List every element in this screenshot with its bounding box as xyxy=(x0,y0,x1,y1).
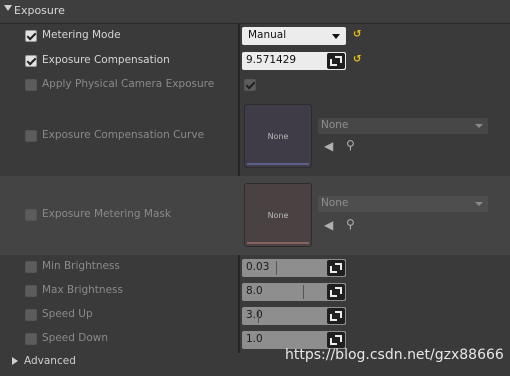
drag-spin-icon[interactable] xyxy=(327,53,345,69)
drag-spin-icon[interactable] xyxy=(327,260,345,276)
speed-down-value: 1.0 xyxy=(246,333,263,345)
min-brightness-value: 0.03 xyxy=(246,261,270,273)
apply-physical-label: Apply Physical Camera Exposure xyxy=(42,78,215,90)
drag-spin-icon[interactable] xyxy=(327,284,345,300)
thumbnail-color-bar xyxy=(247,163,309,165)
chevron-down-icon xyxy=(475,124,483,128)
min-brightness-row: Min Brightness 0.03 xyxy=(0,256,510,280)
use-selected-arrow-icon[interactable]: ◀ xyxy=(324,218,333,232)
metering-mask-label: Exposure Metering Mask xyxy=(42,208,171,220)
expand-arrow-icon[interactable] xyxy=(4,5,12,11)
max-brightness-checkbox[interactable] xyxy=(25,285,37,297)
metering-mode-row: Metering Mode Manual ↺ xyxy=(0,24,510,48)
metering-mask-asset-picker[interactable]: None xyxy=(318,196,488,212)
slider-tick xyxy=(258,309,259,323)
max-brightness-value: 8.0 xyxy=(246,285,263,297)
drag-spin-icon[interactable] xyxy=(327,332,345,348)
apply-physical-value-checkbox[interactable] xyxy=(244,79,256,91)
metering-mask-row: Exposure Metering Mask None None ◀ ⚲ xyxy=(0,176,510,255)
section-title: Exposure xyxy=(14,4,65,17)
apply-physical-override-checkbox[interactable] xyxy=(25,79,37,91)
section-header-exposure[interactable]: Exposure xyxy=(0,0,510,24)
max-brightness-row: Max Brightness 8.0 xyxy=(0,280,510,304)
browse-search-icon[interactable]: ⚲ xyxy=(346,217,355,231)
reset-to-default-icon[interactable]: ↺ xyxy=(353,54,361,65)
metering-mode-checkbox[interactable] xyxy=(25,30,37,42)
speed-down-label: Speed Down xyxy=(42,332,109,344)
metering-mask-checkbox[interactable] xyxy=(25,209,37,221)
advanced-section-toggle[interactable]: Advanced xyxy=(24,355,76,367)
metering-mask-asset-value: None xyxy=(321,197,349,209)
exposure-compensation-label: Exposure Compensation xyxy=(42,54,170,66)
reset-to-default-icon[interactable]: ↺ xyxy=(353,29,361,40)
drag-spin-icon[interactable] xyxy=(327,308,345,324)
max-brightness-input[interactable]: 8.0 xyxy=(242,283,346,301)
browse-search-icon[interactable]: ⚲ xyxy=(346,138,355,152)
use-selected-arrow-icon[interactable]: ◀ xyxy=(324,139,333,153)
max-brightness-label: Max Brightness xyxy=(42,284,123,296)
thumbnail-label: None xyxy=(267,211,289,220)
speed-up-input[interactable]: 3.0 xyxy=(242,307,346,325)
thumbnail-label: None xyxy=(267,132,289,141)
apply-physical-row: Apply Physical Camera Exposure xyxy=(0,73,510,97)
slider-tick xyxy=(303,285,304,299)
thumbnail-color-bar xyxy=(247,242,309,244)
watermark-text: https://blog.csdn.net/gzx88666 xyxy=(285,347,504,363)
metering-mask-thumbnail[interactable]: None xyxy=(244,183,312,247)
metering-mode-value: Manual xyxy=(248,29,287,41)
exposure-compensation-input[interactable]: 9.571429 xyxy=(242,52,346,70)
collapsed-arrow-icon[interactable] xyxy=(12,357,18,365)
chevron-down-icon xyxy=(475,202,483,206)
min-brightness-input[interactable]: 0.03 xyxy=(242,259,346,277)
speed-up-label: Speed Up xyxy=(42,308,93,320)
speed-up-row: Speed Up 3.0 xyxy=(0,304,510,328)
speed-up-checkbox[interactable] xyxy=(25,309,37,321)
metering-mode-dropdown[interactable]: Manual xyxy=(242,27,346,45)
speed-down-checkbox[interactable] xyxy=(25,333,37,345)
exposure-compensation-row: Exposure Compensation 9.571429 ↺ xyxy=(0,49,510,73)
comp-curve-asset-value: None xyxy=(321,119,349,131)
comp-curve-thumbnail[interactable]: None xyxy=(244,104,312,168)
comp-curve-asset-picker[interactable]: None xyxy=(318,118,488,134)
exposure-compensation-value: 9.571429 xyxy=(246,54,297,66)
min-brightness-checkbox[interactable] xyxy=(25,261,37,273)
comp-curve-label: Exposure Compensation Curve xyxy=(42,129,205,141)
chevron-down-icon xyxy=(332,34,340,39)
min-brightness-label: Min Brightness xyxy=(42,260,120,272)
exposure-compensation-checkbox[interactable] xyxy=(25,55,37,67)
slider-tick xyxy=(276,261,277,275)
comp-curve-checkbox[interactable] xyxy=(25,130,37,142)
metering-mode-label: Metering Mode xyxy=(42,29,121,41)
speed-up-value: 3.0 xyxy=(246,309,263,321)
comp-curve-row: Exposure Compensation Curve None None ◀ … xyxy=(0,97,510,176)
